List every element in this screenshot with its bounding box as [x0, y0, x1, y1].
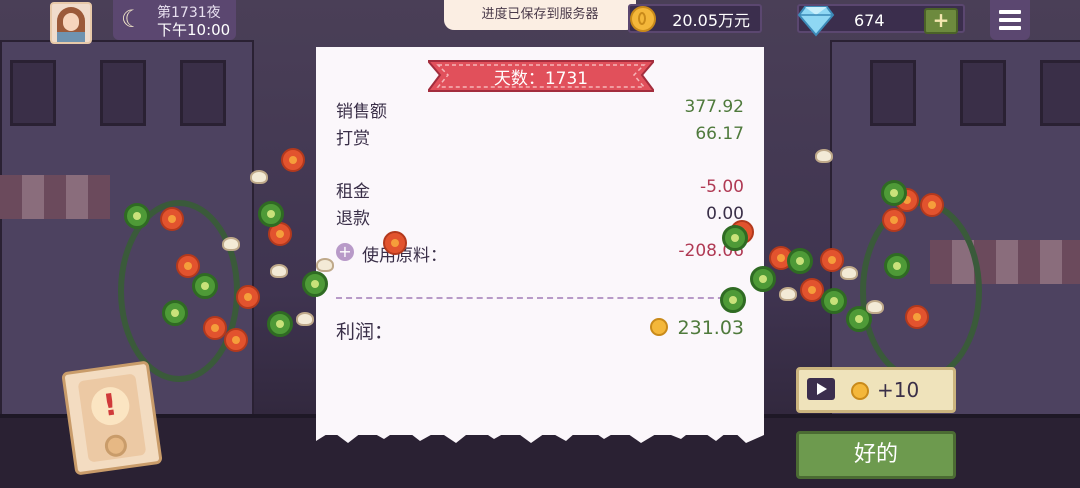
- ok-button[interactable]: 好的: [796, 431, 956, 479]
- coin-icon: [630, 6, 656, 32]
- save-toast: 进度已保存到服务器: [444, 0, 636, 30]
- refund-label: 退款: [336, 209, 370, 229]
- profit-label: 利润：: [336, 321, 394, 343]
- coin-icon: [650, 318, 668, 336]
- play-video-icon: [807, 378, 835, 400]
- diamond-icon: [797, 6, 835, 37]
- day-time-panel: ☾ 第1731夜 下午10:00: [113, 0, 236, 40]
- sales-value: 377.92: [684, 97, 744, 117]
- divider: [336, 297, 744, 299]
- hamburger-icon: [999, 10, 1021, 14]
- profit-row: 利润： 231.03: [336, 317, 744, 343]
- rent-label: 租金: [336, 182, 370, 202]
- profit-value: 231.03: [677, 317, 744, 339]
- ad-reward-amount: +10: [877, 378, 920, 402]
- watch-ad-reward-button[interactable]: +10: [796, 367, 956, 413]
- tips-row: 打赏 66.17: [336, 124, 744, 149]
- alert-card-button[interactable]: !: [61, 360, 163, 476]
- rent-value: -5.00: [700, 177, 744, 197]
- moon-icon: ☾: [121, 5, 143, 33]
- rent-row: 租金 -5.00: [336, 177, 744, 202]
- tips-label: 打赏: [336, 129, 370, 149]
- day-banner: 天数：1731: [493, 69, 589, 89]
- menu-button[interactable]: [990, 0, 1030, 40]
- tips-value: 66.17: [695, 124, 744, 144]
- clock-time: 下午10:00: [157, 21, 231, 39]
- coin-balance: 20.05万元: [628, 4, 762, 33]
- gem-balance: 674 +: [797, 4, 965, 37]
- player-avatar[interactable]: [50, 2, 92, 44]
- sales-label: 销售额: [336, 102, 387, 122]
- expand-plus-icon[interactable]: +: [336, 243, 354, 261]
- refund-row: 退款 0.00: [336, 204, 744, 229]
- sales-row: 销售额 377.92: [336, 97, 744, 122]
- coin-icon: [851, 382, 869, 400]
- coin-amount: 20.05万元: [672, 11, 750, 30]
- gem-amount: 674: [854, 11, 885, 30]
- buy-gems-button[interactable]: +: [924, 8, 958, 34]
